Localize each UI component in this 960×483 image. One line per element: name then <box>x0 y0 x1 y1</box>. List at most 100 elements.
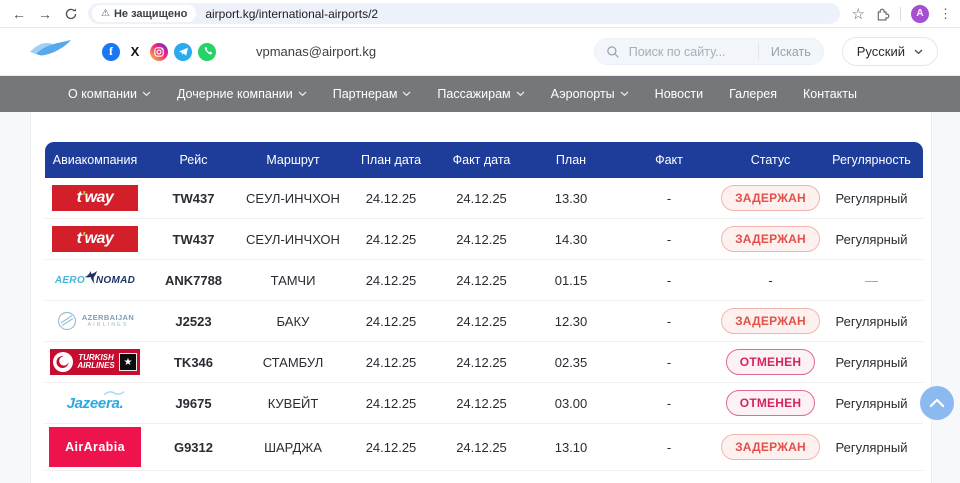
airline-logo-turkish: TURKISHAIRLINES ★ <box>50 349 140 375</box>
airline-logo-tway: t'way <box>52 185 138 211</box>
flight-table: Авиакомпания Рейс Маршрут План дата Факт… <box>45 142 923 471</box>
site-search: Искать <box>594 38 824 65</box>
contact-email: vpmanas@airport.kg <box>256 44 376 59</box>
chevron-down-icon <box>402 91 411 97</box>
search-button[interactable]: Искать <box>758 43 823 60</box>
nav-label: Пассажирам <box>437 87 510 101</box>
col-plan-date: План дата <box>344 153 438 167</box>
flight-number: TW437 <box>145 232 242 247</box>
content-container: Авиакомпания Рейс Маршрут План дата Факт… <box>30 112 932 483</box>
fact-date: 24.12.25 <box>438 191 525 206</box>
nav-label: Партнерам <box>333 87 398 101</box>
status-badge: ЗАДЕРЖАН <box>721 308 820 334</box>
nav-item-partners[interactable]: Партнерам <box>333 87 412 101</box>
regularity: Регулярный <box>820 232 923 247</box>
airline-logo-airarabia: AirArabia <box>49 427 141 467</box>
col-fact-date: Факт дата <box>438 153 525 167</box>
chevron-down-icon <box>142 91 151 97</box>
status-badge: ЗАДЕРЖАН <box>721 434 820 460</box>
chevron-down-icon <box>914 49 923 55</box>
flight-number: J9675 <box>145 396 242 411</box>
plan-time: 13.10 <box>525 440 617 455</box>
fact-date: 24.12.25 <box>438 440 525 455</box>
browser-toolbar: ← → ⚠ Не защищено airport.kg/internation… <box>0 0 960 28</box>
status-badge: ОТМЕНЕН <box>726 390 815 416</box>
fact-time: - <box>617 314 721 329</box>
back-icon[interactable]: ← <box>6 6 32 22</box>
flight-number: G9312 <box>145 440 242 455</box>
col-route: Маршрут <box>242 153 344 167</box>
menu-dots-icon[interactable]: ⋮ <box>939 6 952 22</box>
flight-number: ANK7788 <box>145 273 242 288</box>
page-content: Авиакомпания Рейс Маршрут План дата Факт… <box>0 112 960 483</box>
nav-label: О компании <box>68 87 137 101</box>
security-chip[interactable]: ⚠ Не защищено <box>92 5 196 22</box>
wing-emblem-icon <box>56 310 78 332</box>
plan-time: 01.15 <box>525 273 617 288</box>
table-row: t'way TW437 СЕУЛ-ИНЧХОН 24.12.25 24.12.2… <box>45 178 923 219</box>
fact-time: - <box>617 232 721 247</box>
table-row: AERO NOMAD ANK7788 ТАМЧИ 24.12.25 24.12.… <box>45 260 923 301</box>
warning-icon: ⚠ <box>101 9 110 19</box>
arabic-script-icon <box>103 389 127 397</box>
fact-time: - <box>617 273 721 288</box>
profile-avatar[interactable]: A <box>911 5 929 23</box>
search-icon <box>606 45 620 59</box>
nav-item-subsidiaries[interactable]: Дочерние компании <box>177 87 307 101</box>
chevron-down-icon <box>620 91 629 97</box>
flight-number: J2523 <box>145 314 242 329</box>
forward-icon[interactable]: → <box>32 6 58 22</box>
airport-logo[interactable] <box>28 37 72 66</box>
social-links: f X <box>102 43 216 61</box>
col-flight: Рейс <box>145 153 242 167</box>
main-nav: О компании Дочерние компании Партнерам П… <box>0 76 960 112</box>
chevron-up-icon <box>929 398 945 408</box>
table-header: Авиакомпания Рейс Маршрут План дата Факт… <box>45 142 923 178</box>
telegram-icon[interactable] <box>174 43 192 61</box>
nav-item-airports[interactable]: Аэропорты <box>551 87 629 101</box>
facebook-icon[interactable]: f <box>102 43 120 61</box>
scroll-to-top-button[interactable] <box>920 386 954 420</box>
airline-logo-tway: t'way <box>52 226 138 252</box>
col-plan-time: План <box>525 153 617 167</box>
status-badge: ЗАДЕРЖАН <box>721 185 820 211</box>
nav-label: Новости <box>655 87 703 101</box>
col-status: Статус <box>721 153 820 167</box>
instagram-icon[interactable] <box>150 43 168 61</box>
nav-item-contacts[interactable]: Контакты <box>803 87 857 101</box>
facebook-glyph: f <box>109 44 113 59</box>
address-bar[interactable]: ⚠ Не защищено airport.kg/international-a… <box>88 3 840 24</box>
route: ШАРДЖА <box>242 440 344 455</box>
nav-item-about[interactable]: О компании <box>68 87 151 101</box>
language-selector[interactable]: Русский <box>842 37 938 66</box>
reload-icon[interactable] <box>58 7 84 21</box>
route: БАКУ <box>242 314 344 329</box>
extensions-icon[interactable] <box>875 6 890 21</box>
plan-time: 02.35 <box>525 355 617 370</box>
plan-time: 14.30 <box>525 232 617 247</box>
x-twitter-icon[interactable]: X <box>126 43 144 61</box>
regularity: Регулярный <box>820 440 923 455</box>
route: СТАМБУЛ <box>242 355 344 370</box>
divider <box>900 7 901 21</box>
table-row: Jazeera. J9675 КУВЕЙТ 24.12.25 24.12.25 … <box>45 383 923 424</box>
search-input[interactable] <box>627 44 758 60</box>
star-box-icon: ★ <box>119 353 137 371</box>
nav-item-gallery[interactable]: Галерея <box>729 87 777 101</box>
fact-time: - <box>617 355 721 370</box>
bookmark-icon[interactable]: ☆ <box>852 5 865 23</box>
turkish-bird-icon <box>53 352 73 372</box>
nav-item-news[interactable]: Новости <box>655 87 703 101</box>
route: СЕУЛ-ИНЧХОН <box>242 191 344 206</box>
nav-item-passengers[interactable]: Пассажирам <box>437 87 524 101</box>
fact-time: - <box>617 396 721 411</box>
regularity: Регулярный <box>820 314 923 329</box>
whatsapp-icon[interactable] <box>198 43 216 61</box>
security-label: Не защищено <box>114 8 187 20</box>
url-text[interactable]: airport.kg/international-airports/2 <box>205 7 378 21</box>
table-row: TURKISHAIRLINES ★ TK346 СТАМБУЛ 24.12.25… <box>45 342 923 383</box>
x-glyph: X <box>131 44 140 59</box>
browser-actions: ☆ A ⋮ <box>852 5 952 23</box>
nav-label: Аэропорты <box>551 87 615 101</box>
chevron-down-icon <box>516 91 525 97</box>
